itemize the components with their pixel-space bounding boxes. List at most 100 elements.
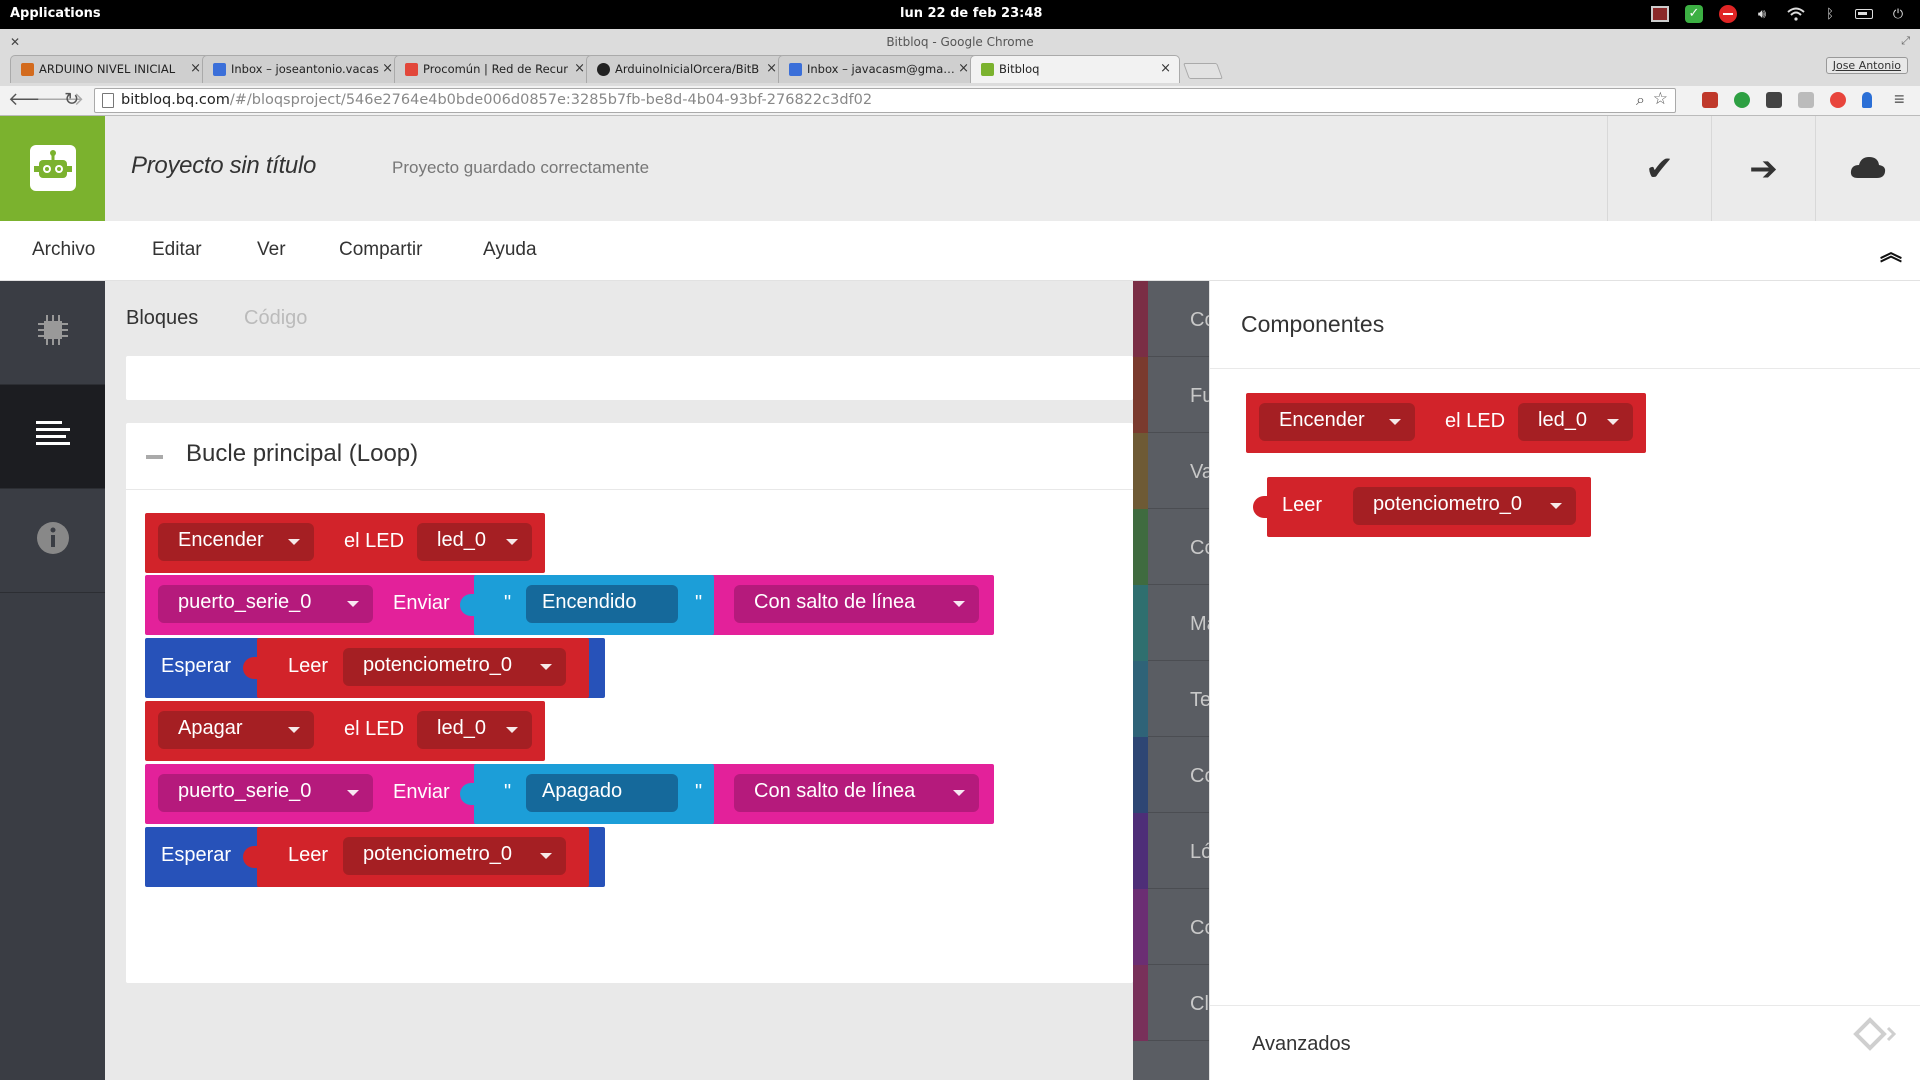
line-ending-dropdown[interactable]: Con salto de línea <box>734 774 979 812</box>
toolbox-category[interactable]: Con <box>1148 281 1209 357</box>
wait-block[interactable]: Esperar Leer potenciometro_0 <box>145 827 605 887</box>
read-sensor-block[interactable]: Leer potenciometro_0 <box>243 638 589 698</box>
power-icon[interactable]: ⏻ <box>1888 4 1908 24</box>
sensor-dropdown[interactable]: potenciometro_0 <box>343 648 566 686</box>
do-not-disturb-icon[interactable] <box>1718 4 1738 24</box>
block-label: Enviar <box>393 781 450 803</box>
applications-menu[interactable]: Applications <box>10 6 101 21</box>
extension-icon[interactable] <box>1798 92 1814 108</box>
sync-ok-icon[interactable]: ✓ <box>1684 4 1704 24</box>
menu-archivo[interactable]: Archivo <box>32 239 95 261</box>
tab-close-icon[interactable]: × <box>190 61 201 76</box>
caret-down-icon <box>540 853 552 859</box>
toolbox-category[interactable]: Mat <box>1148 585 1209 661</box>
tab-close-icon[interactable]: × <box>1160 61 1171 76</box>
text-literal-block[interactable]: " Apagado " <box>460 764 714 824</box>
line-ending-dropdown[interactable]: Con salto de línea <box>734 585 979 623</box>
tab-codigo[interactable]: Código <box>244 307 307 330</box>
led-action-dropdown[interactable]: Apagar <box>158 711 314 749</box>
battery-icon[interactable] <box>1854 4 1874 24</box>
sensor-dropdown[interactable]: potenciometro_0 <box>1353 487 1576 525</box>
app-header: Proyecto sin título Proyecto guardado co… <box>0 116 1920 221</box>
new-tab-button[interactable] <box>1183 63 1223 79</box>
extension-icon[interactable] <box>1734 92 1750 108</box>
volume-icon[interactable]: 🔊︎ <box>1752 4 1772 24</box>
tab-close-icon[interactable]: × <box>958 61 969 76</box>
profile-button[interactable]: Jose Antonio <box>1825 57 1908 74</box>
advanced-toggle[interactable]: Avanzados <box>1252 1033 1351 1056</box>
bluetooth-icon[interactable]: ᛒ <box>1820 4 1840 24</box>
verify-button[interactable]: ✔ <box>1607 116 1711 221</box>
info-tab[interactable] <box>0 489 105 593</box>
led-block[interactable]: Apagar el LED led_0 <box>145 701 545 761</box>
extension-icon[interactable] <box>1702 92 1718 108</box>
menu-ayuda[interactable]: Ayuda <box>483 239 537 261</box>
collapse-icon[interactable] <box>146 455 163 459</box>
tab-bloques[interactable]: Bloques <box>126 307 198 330</box>
chrome-menu-icon[interactable]: ≡ <box>1894 89 1905 110</box>
browser-tab[interactable]: ArduinoInicialOrcera/BitB × <box>586 55 786 83</box>
block-connector <box>243 846 259 868</box>
led-target-dropdown[interactable]: led_0 <box>1518 403 1633 441</box>
divider <box>1210 1005 1920 1006</box>
screen-record-icon[interactable] <box>1650 4 1670 24</box>
toolbox-category[interactable]: Cor <box>1148 889 1209 965</box>
tab-close-icon[interactable]: × <box>382 61 393 76</box>
led-block[interactable]: Encender el LED led_0 <box>145 513 545 573</box>
address-bar[interactable]: bitbloq.bq.com/#/bloqsproject/546e2764e4… <box>94 88 1676 113</box>
hardware-tab[interactable] <box>0 281 105 385</box>
text-input[interactable]: Encendido <box>526 585 678 623</box>
component-led-block[interactable]: Encender el LED led_0 <box>1246 393 1646 453</box>
menu-editar[interactable]: Editar <box>152 239 202 261</box>
component-read-block[interactable]: Leer potenciometro_0 <box>1253 477 1591 537</box>
wifi-icon[interactable] <box>1786 4 1806 24</box>
browser-tab[interactable]: Procomún | Red de Recur × <box>394 55 594 83</box>
tab-close-icon[interactable]: × <box>574 61 585 76</box>
browser-tab-active[interactable]: Bitbloq × <box>970 55 1180 83</box>
chrome-icon[interactable] <box>1830 92 1846 108</box>
bookmark-star-icon[interactable]: ☆ <box>1653 89 1668 109</box>
led-target-dropdown[interactable]: led_0 <box>417 523 532 561</box>
cloud-button[interactable] <box>1815 116 1920 221</box>
bitbloq-logo[interactable] <box>0 116 105 221</box>
serial-send-block[interactable]: puerto_serie_0 Enviar " Encendido " Con … <box>145 575 994 635</box>
toolbox-category[interactable]: Var <box>1148 433 1209 509</box>
browser-tab[interactable]: Inbox – javacasm@gmail.c × <box>778 55 978 83</box>
advanced-blocks-icon[interactable] <box>1852 1014 1902 1063</box>
toolbox-category[interactable]: Cor <box>1148 737 1209 813</box>
window-restore-icon[interactable]: ⤢ <box>1901 35 1910 48</box>
led-action-dropdown[interactable]: Encender <box>158 523 314 561</box>
upload-button[interactable]: ➔ <box>1711 116 1815 221</box>
sensor-dropdown[interactable]: potenciometro_0 <box>343 837 566 875</box>
serial-port-dropdown[interactable]: puerto_serie_0 <box>158 585 373 623</box>
zoom-icon[interactable]: ⌕ <box>1636 90 1645 110</box>
toolbox-category[interactable]: Clas <box>1148 965 1209 1041</box>
category-color <box>1133 965 1148 1041</box>
wait-block[interactable]: Esperar Leer potenciometro_0 <box>145 638 605 698</box>
collapse-menu-icon[interactable]: ︽ <box>1880 235 1902 267</box>
browser-tab[interactable]: Inbox – joseantonio.vacas × <box>202 55 402 83</box>
led-target-dropdown[interactable]: led_0 <box>417 711 532 749</box>
browser-tab[interactable]: ARDUINO NIVEL INICIAL × <box>10 55 210 83</box>
read-sensor-block[interactable]: Leer potenciometro_0 <box>243 827 589 887</box>
toolbox-category[interactable]: Cód <box>1148 509 1209 585</box>
microphone-icon[interactable] <box>1862 92 1872 108</box>
tab-close-icon[interactable]: × <box>766 61 777 76</box>
serial-port-dropdown[interactable]: puerto_serie_0 <box>158 774 373 812</box>
project-title[interactable]: Proyecto sin título <box>131 152 316 180</box>
block-connector <box>460 594 476 616</box>
toolbox-category[interactable]: Tex <box>1148 661 1209 737</box>
text-literal-block[interactable]: " Encendido " <box>460 575 714 635</box>
toolbox-category[interactable]: Lóg <box>1148 813 1209 889</box>
led-action-dropdown[interactable]: Encender <box>1259 403 1415 441</box>
category-color <box>1133 509 1148 585</box>
toolbox-category[interactable]: Fun <box>1148 357 1209 433</box>
software-tab[interactable] <box>0 385 105 489</box>
menu-ver[interactable]: Ver <box>257 239 286 261</box>
serial-send-block[interactable]: puerto_serie_0 Enviar " Apagado " Con sa… <box>145 764 994 824</box>
reload-icon[interactable]: ↻ <box>64 89 79 110</box>
pocket-icon[interactable] <box>1766 92 1782 108</box>
menu-compartir[interactable]: Compartir <box>339 239 422 261</box>
clock[interactable]: lun 22 de feb 23:48 <box>900 6 1042 21</box>
text-input[interactable]: Apagado <box>526 774 678 812</box>
